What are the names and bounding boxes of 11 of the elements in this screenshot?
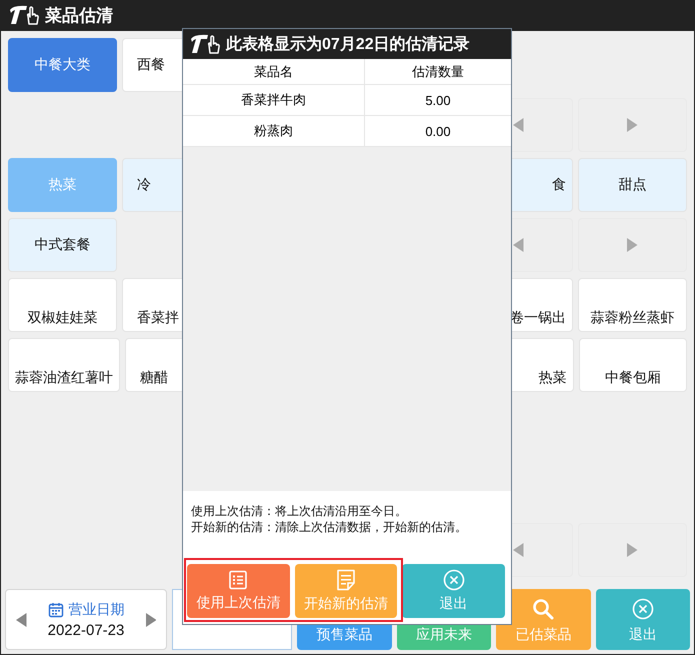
date-value: 2022-07-23 [48, 622, 124, 638]
column-header: 估清数量 [364, 59, 511, 84]
date-label: 营业日期 [68, 600, 124, 618]
table-cell: 5.00 [364, 84, 511, 116]
note-text: 开始新的估清：清除上次估清数据，开始新的估清。 [191, 519, 468, 535]
column-header: 菜品名 [183, 59, 364, 84]
note-text: 使用上次估清：将上次估清沿用至今日。 [191, 503, 408, 519]
table-cell: 粉蒸肉 [183, 116, 364, 146]
window-title: 菜品估清 [45, 4, 113, 26]
table-cell: 香菜拌牛肉 [183, 84, 364, 116]
table-cell: 0.00 [364, 116, 511, 146]
